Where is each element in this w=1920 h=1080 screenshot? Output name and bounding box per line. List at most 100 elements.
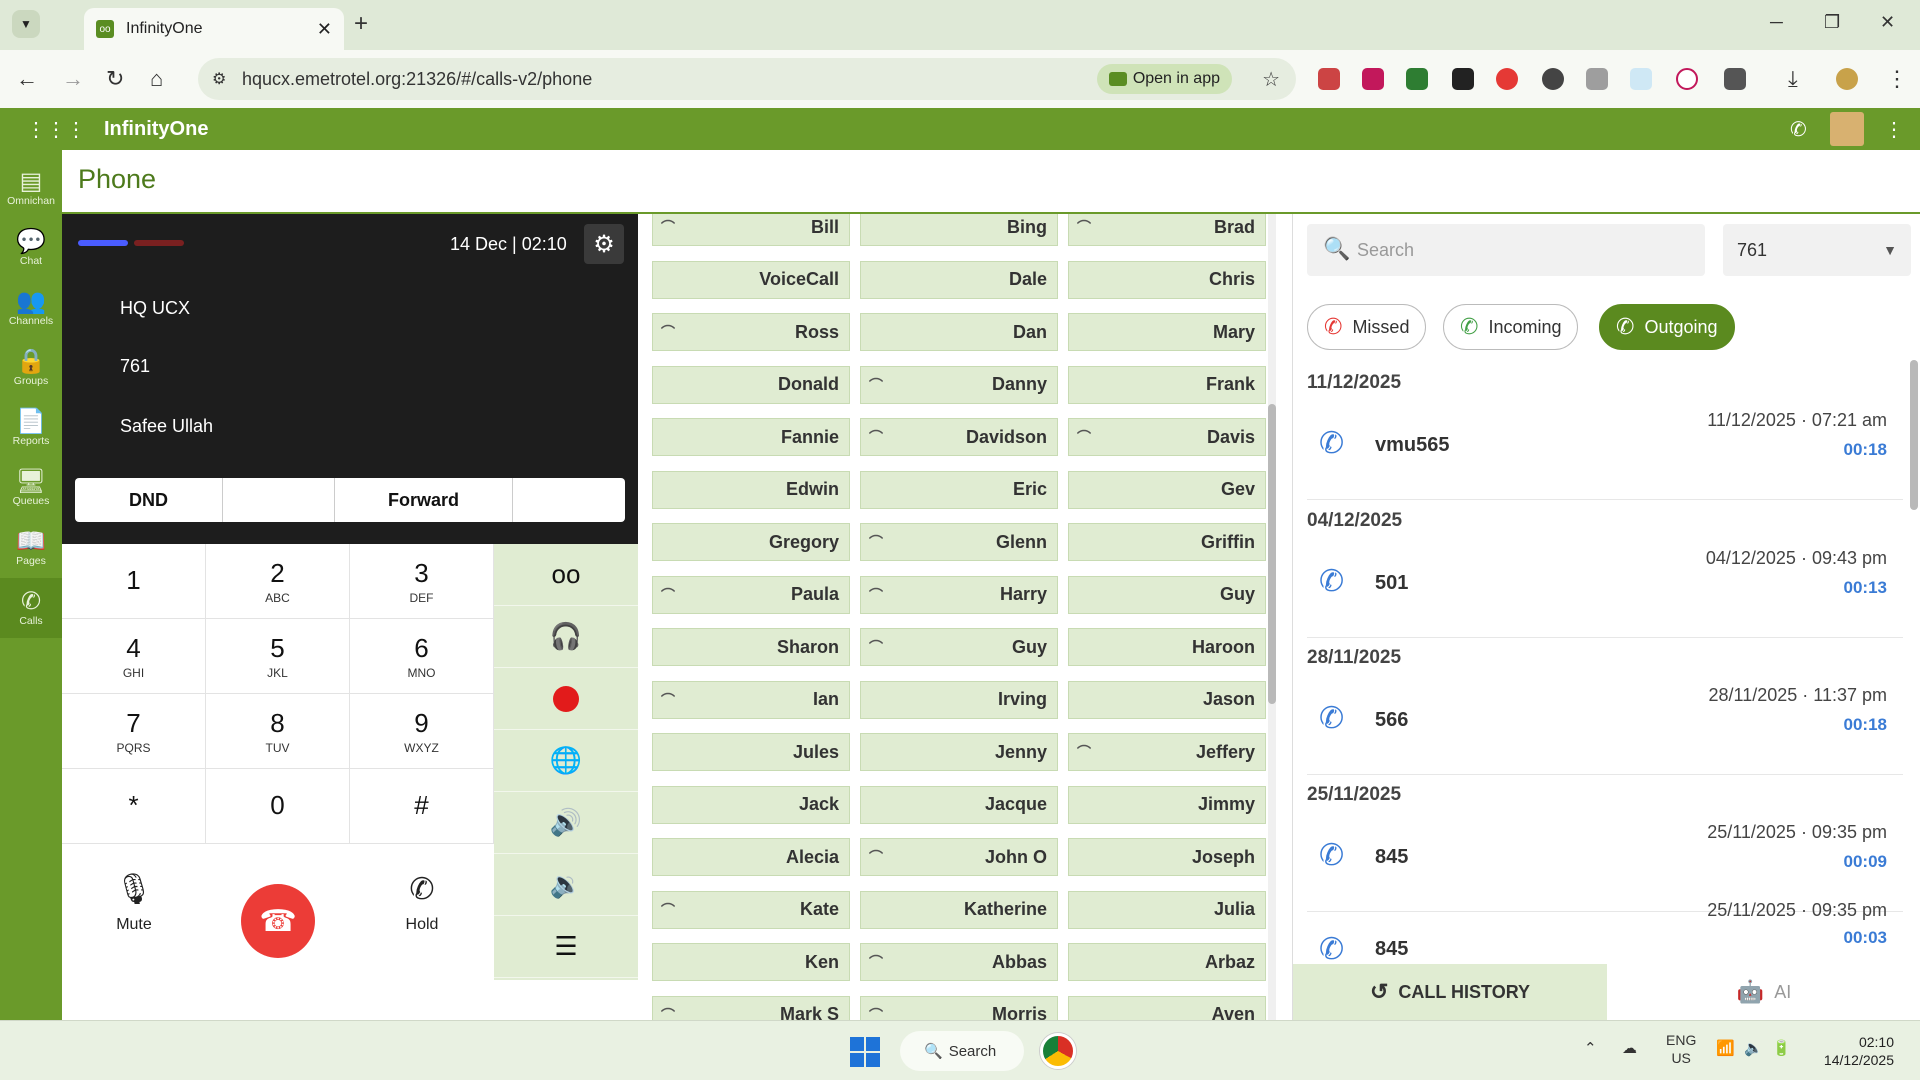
- extension-icon[interactable]: [1452, 68, 1474, 90]
- mute-button[interactable]: 🎙 Mute: [62, 872, 206, 934]
- sidebar-item-omnichannel[interactable]: ▤ Omnichan: [0, 158, 62, 218]
- blf-contact-button[interactable]: Haroon: [1068, 628, 1266, 666]
- browser-menu-icon[interactable]: ⋮: [1886, 66, 1908, 92]
- blf-contact-button[interactable]: ⌒ Bill: [652, 214, 850, 246]
- app-menu-icon[interactable]: ⋮: [1884, 117, 1904, 142]
- blf-contact-button[interactable]: ⌒ Kate: [652, 890, 850, 929]
- windows-start-button[interactable]: [850, 1037, 880, 1067]
- blf-contact-button[interactable]: ⌒ Mark S: [652, 995, 850, 1020]
- tab-search-button[interactable]: ▼: [12, 10, 40, 38]
- blf-contact-button[interactable]: Joseph: [1068, 838, 1266, 876]
- blf-contact-button[interactable]: Julia: [1068, 890, 1266, 929]
- forward-button[interactable]: Forward: [335, 478, 513, 522]
- volume-icon[interactable]: 🔈: [1744, 1039, 1763, 1057]
- dialpad-key[interactable]: 5 JKL: [206, 619, 350, 694]
- blf-contact-button[interactable]: VoiceCall: [652, 260, 850, 299]
- site-info-icon[interactable]: ⚙: [212, 69, 226, 89]
- tab-ai[interactable]: 🤖 AI: [1607, 964, 1920, 1020]
- blf-contact-button[interactable]: Fannie: [652, 418, 850, 456]
- battery-icon[interactable]: 🔋: [1772, 1039, 1791, 1057]
- dialpad-key[interactable]: 6 MNO: [350, 619, 494, 694]
- blf-contact-button[interactable]: ⌒ Davis: [1068, 418, 1266, 456]
- blf-contact-button[interactable]: Sharon: [652, 628, 850, 666]
- blf-contact-button[interactable]: Edwin: [652, 470, 850, 509]
- control-slot-2[interactable]: [223, 478, 335, 522]
- browser-tab[interactable]: oo InfinityOne ✕: [84, 8, 344, 50]
- extension-icon[interactable]: [1586, 68, 1608, 90]
- url-bar[interactable]: ⚙ hqucx.emetrotel.org:21326/#/calls-v2/p…: [198, 58, 1296, 100]
- blf-contact-button[interactable]: Gregory: [652, 523, 850, 561]
- blf-contact-button[interactable]: ⌒ Davidson: [860, 418, 1058, 456]
- extension-icon[interactable]: [1630, 68, 1652, 90]
- blf-contact-button[interactable]: Mary: [1068, 313, 1266, 351]
- dialpad-key[interactable]: *: [62, 769, 206, 844]
- blf-contact-button[interactable]: ⌒ Ross: [652, 313, 850, 351]
- onedrive-icon[interactable]: ☁: [1622, 1039, 1637, 1057]
- home-icon[interactable]: ⌂: [150, 66, 163, 92]
- headset-button[interactable]: 🎧: [494, 606, 638, 668]
- control-slot-4[interactable]: [513, 478, 625, 522]
- blf-contact-button[interactable]: Jenny: [860, 733, 1058, 771]
- dnd-button[interactable]: DND: [75, 478, 223, 522]
- restore-icon[interactable]: ❐: [1824, 12, 1840, 33]
- blf-contact-button[interactable]: Jules: [652, 733, 850, 771]
- call-history-row[interactable]: ✆ 501 04/12/2025 · 09:43 pm 00:13: [1307, 538, 1903, 638]
- phone-settings-button[interactable]: ⚙: [584, 224, 624, 264]
- blf-contact-button[interactable]: ⌒ Jeffery: [1068, 733, 1266, 771]
- dialpad-key[interactable]: 7 PQRS: [62, 694, 206, 769]
- user-avatar[interactable]: [1830, 112, 1864, 146]
- language-button[interactable]: 🌐: [494, 730, 638, 792]
- blf-contact-button[interactable]: Guy: [1068, 575, 1266, 614]
- blf-contact-button[interactable]: Irving: [860, 680, 1058, 719]
- call-history-row[interactable]: ✆ vmu565 11/12/2025 · 07:21 am 00:18: [1307, 400, 1903, 500]
- extension-icon[interactable]: [1496, 68, 1518, 90]
- blf-contact-button[interactable]: Aven: [1068, 995, 1266, 1020]
- blf-contact-button[interactable]: Dale: [860, 260, 1058, 299]
- filter-incoming[interactable]: ✆ Incoming: [1443, 304, 1579, 350]
- dialpad-key[interactable]: 0: [206, 769, 350, 844]
- extension-icon[interactable]: [1362, 68, 1384, 90]
- download-icon[interactable]: ⤓: [1788, 66, 1798, 92]
- phone-status-icon[interactable]: ✆: [1790, 117, 1807, 142]
- blf-contact-button[interactable]: ⌒ Guy: [860, 628, 1058, 666]
- filter-outgoing[interactable]: ✆ Outgoing: [1599, 304, 1735, 350]
- sidebar-item-calls[interactable]: ✆ Calls: [0, 578, 62, 638]
- dialpad-key[interactable]: 3 DEF: [350, 544, 494, 619]
- tab-close-icon[interactable]: ✕: [317, 19, 332, 40]
- scrollbar-thumb[interactable]: [1268, 404, 1276, 704]
- sidebar-item-groups[interactable]: 🔒 Groups: [0, 338, 62, 398]
- blf-contact-button[interactable]: Ken: [652, 943, 850, 981]
- profile-avatar[interactable]: [1836, 68, 1858, 90]
- call-history-row[interactable]: ✆ 845 25/11/2025 · 09:35 pm 00:03: [1307, 898, 1903, 966]
- blf-contact-button[interactable]: Katherine: [860, 890, 1058, 929]
- dialpad-key[interactable]: #: [350, 769, 494, 844]
- tray-chevron-icon[interactable]: ⌃: [1584, 1039, 1597, 1057]
- reload-icon[interactable]: ↻: [106, 66, 124, 92]
- forward-icon[interactable]: →: [62, 66, 84, 92]
- call-history-row[interactable]: ✆ 845 25/11/2025 · 09:35 pm 00:09: [1307, 812, 1903, 912]
- blf-contact-button[interactable]: ⌒ Glenn: [860, 523, 1058, 561]
- volume-down-button[interactable]: 🔉: [494, 854, 638, 916]
- blf-contact-button[interactable]: Dan: [860, 313, 1058, 351]
- history-scrollbar[interactable]: [1910, 360, 1918, 510]
- blf-contact-button[interactable]: Jacque: [860, 785, 1058, 824]
- blf-contact-button[interactable]: ⌒ John O: [860, 838, 1058, 876]
- sidebar-item-reports[interactable]: 📄 Reports: [0, 398, 62, 458]
- blf-contact-button[interactable]: ⌒ Ian: [652, 680, 850, 719]
- filter-missed[interactable]: ✆ Missed: [1307, 304, 1427, 350]
- dialpad-key[interactable]: 4 GHI: [62, 619, 206, 694]
- taskbar-search[interactable]: 🔍 Search: [900, 1031, 1024, 1071]
- record-button[interactable]: [494, 668, 638, 730]
- blf-contact-button[interactable]: Chris: [1068, 260, 1266, 299]
- blf-contact-button[interactable]: ⌒ Brad: [1068, 214, 1266, 246]
- dialpad-key[interactable]: 9 WXYZ: [350, 694, 494, 769]
- queue-list-button[interactable]: ☰: [494, 916, 638, 978]
- back-icon[interactable]: ←: [16, 66, 38, 92]
- blf-contact-button[interactable]: Gev: [1068, 470, 1266, 509]
- blf-scrollbar[interactable]: [1268, 214, 1276, 1020]
- blf-contact-button[interactable]: Arbaz: [1068, 943, 1266, 981]
- call-history-row[interactable]: ✆ 566 28/11/2025 · 11:37 pm 00:18: [1307, 675, 1903, 775]
- dialpad-key[interactable]: 1: [62, 544, 206, 619]
- blf-contact-button[interactable]: ⌒ Danny: [860, 365, 1058, 404]
- blf-contact-button[interactable]: Jason: [1068, 680, 1266, 719]
